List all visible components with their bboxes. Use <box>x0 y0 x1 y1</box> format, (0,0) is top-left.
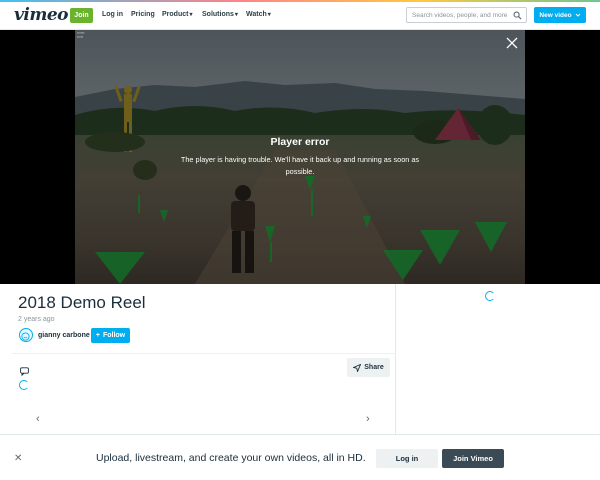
player-error-message: The player is having trouble. We'll have… <box>180 155 420 176</box>
vimeo-logo[interactable]: vimeo <box>14 5 68 25</box>
banner-join-button[interactable]: Join Vimeo <box>442 449 504 468</box>
close-icon[interactable] <box>506 37 518 49</box>
new-video-label: New video <box>539 11 572 19</box>
nav-login-link[interactable]: Log in <box>102 11 123 18</box>
banner-text: Upload, livestream, and create your own … <box>96 452 366 464</box>
video-watermark: ▪▪▪▪▪▪ ▪▪▪▪▪ <box>77 31 85 39</box>
close-icon[interactable]: ✕ <box>14 453 22 464</box>
nav-watch-menu[interactable]: Watch▾ <box>246 11 271 18</box>
banner-login-button[interactable]: Log in <box>376 449 438 468</box>
plus-icon: + <box>95 332 100 339</box>
chevron-down-icon: ▾ <box>189 12 193 18</box>
comment-icon[interactable] <box>20 367 29 376</box>
chevron-down-icon <box>575 13 580 17</box>
chevron-left-icon[interactable]: ‹ <box>36 413 40 425</box>
share-button[interactable]: Share <box>347 358 390 377</box>
posted-time: 2 years ago <box>18 316 55 323</box>
signup-banner: ✕ Upload, livestream, and create your ow… <box>0 434 600 480</box>
join-button[interactable]: Join <box>70 8 93 23</box>
nav-product-menu[interactable]: Product▾ <box>162 11 192 18</box>
video-frame: ▪▪▪▪▪▪ ▪▪▪▪▪ Player error The player is h… <box>75 30 525 284</box>
chevron-right-icon[interactable]: › <box>366 413 370 425</box>
avatar[interactable] <box>19 328 33 342</box>
video-details: 2018 Demo Reel 2 years ago gianny carbon… <box>0 284 395 434</box>
chevron-down-icon: ▾ <box>267 12 271 18</box>
search-box[interactable] <box>406 7 527 23</box>
follow-label: Follow <box>102 332 126 339</box>
author-name[interactable]: gianny carbone <box>38 332 90 339</box>
nav-solutions-menu[interactable]: Solutions▾ <box>202 11 238 18</box>
chevron-down-icon: ▾ <box>234 12 238 18</box>
share-label: Share <box>364 364 384 371</box>
search-input[interactable] <box>412 11 512 19</box>
nav-pricing-link[interactable]: Pricing <box>131 11 155 18</box>
user-avatar-icon <box>21 332 30 341</box>
new-video-button[interactable]: New video <box>534 7 586 23</box>
follow-button[interactable]: + Follow <box>91 328 130 343</box>
player-error-title: Player error <box>270 136 330 148</box>
loading-spinner <box>19 380 29 390</box>
search-icon[interactable] <box>513 11 522 20</box>
share-icon <box>353 363 362 372</box>
divider <box>12 353 395 354</box>
sidebar-divider <box>395 284 396 434</box>
video-title: 2018 Demo Reel <box>18 293 146 312</box>
video-player: ▪▪▪▪▪▪ ▪▪▪▪▪ Player error The player is h… <box>0 30 600 284</box>
top-header: vimeo Join Log in Pricing Product▾ Solut… <box>0 0 600 30</box>
sidebar-loading-spinner <box>485 291 495 301</box>
